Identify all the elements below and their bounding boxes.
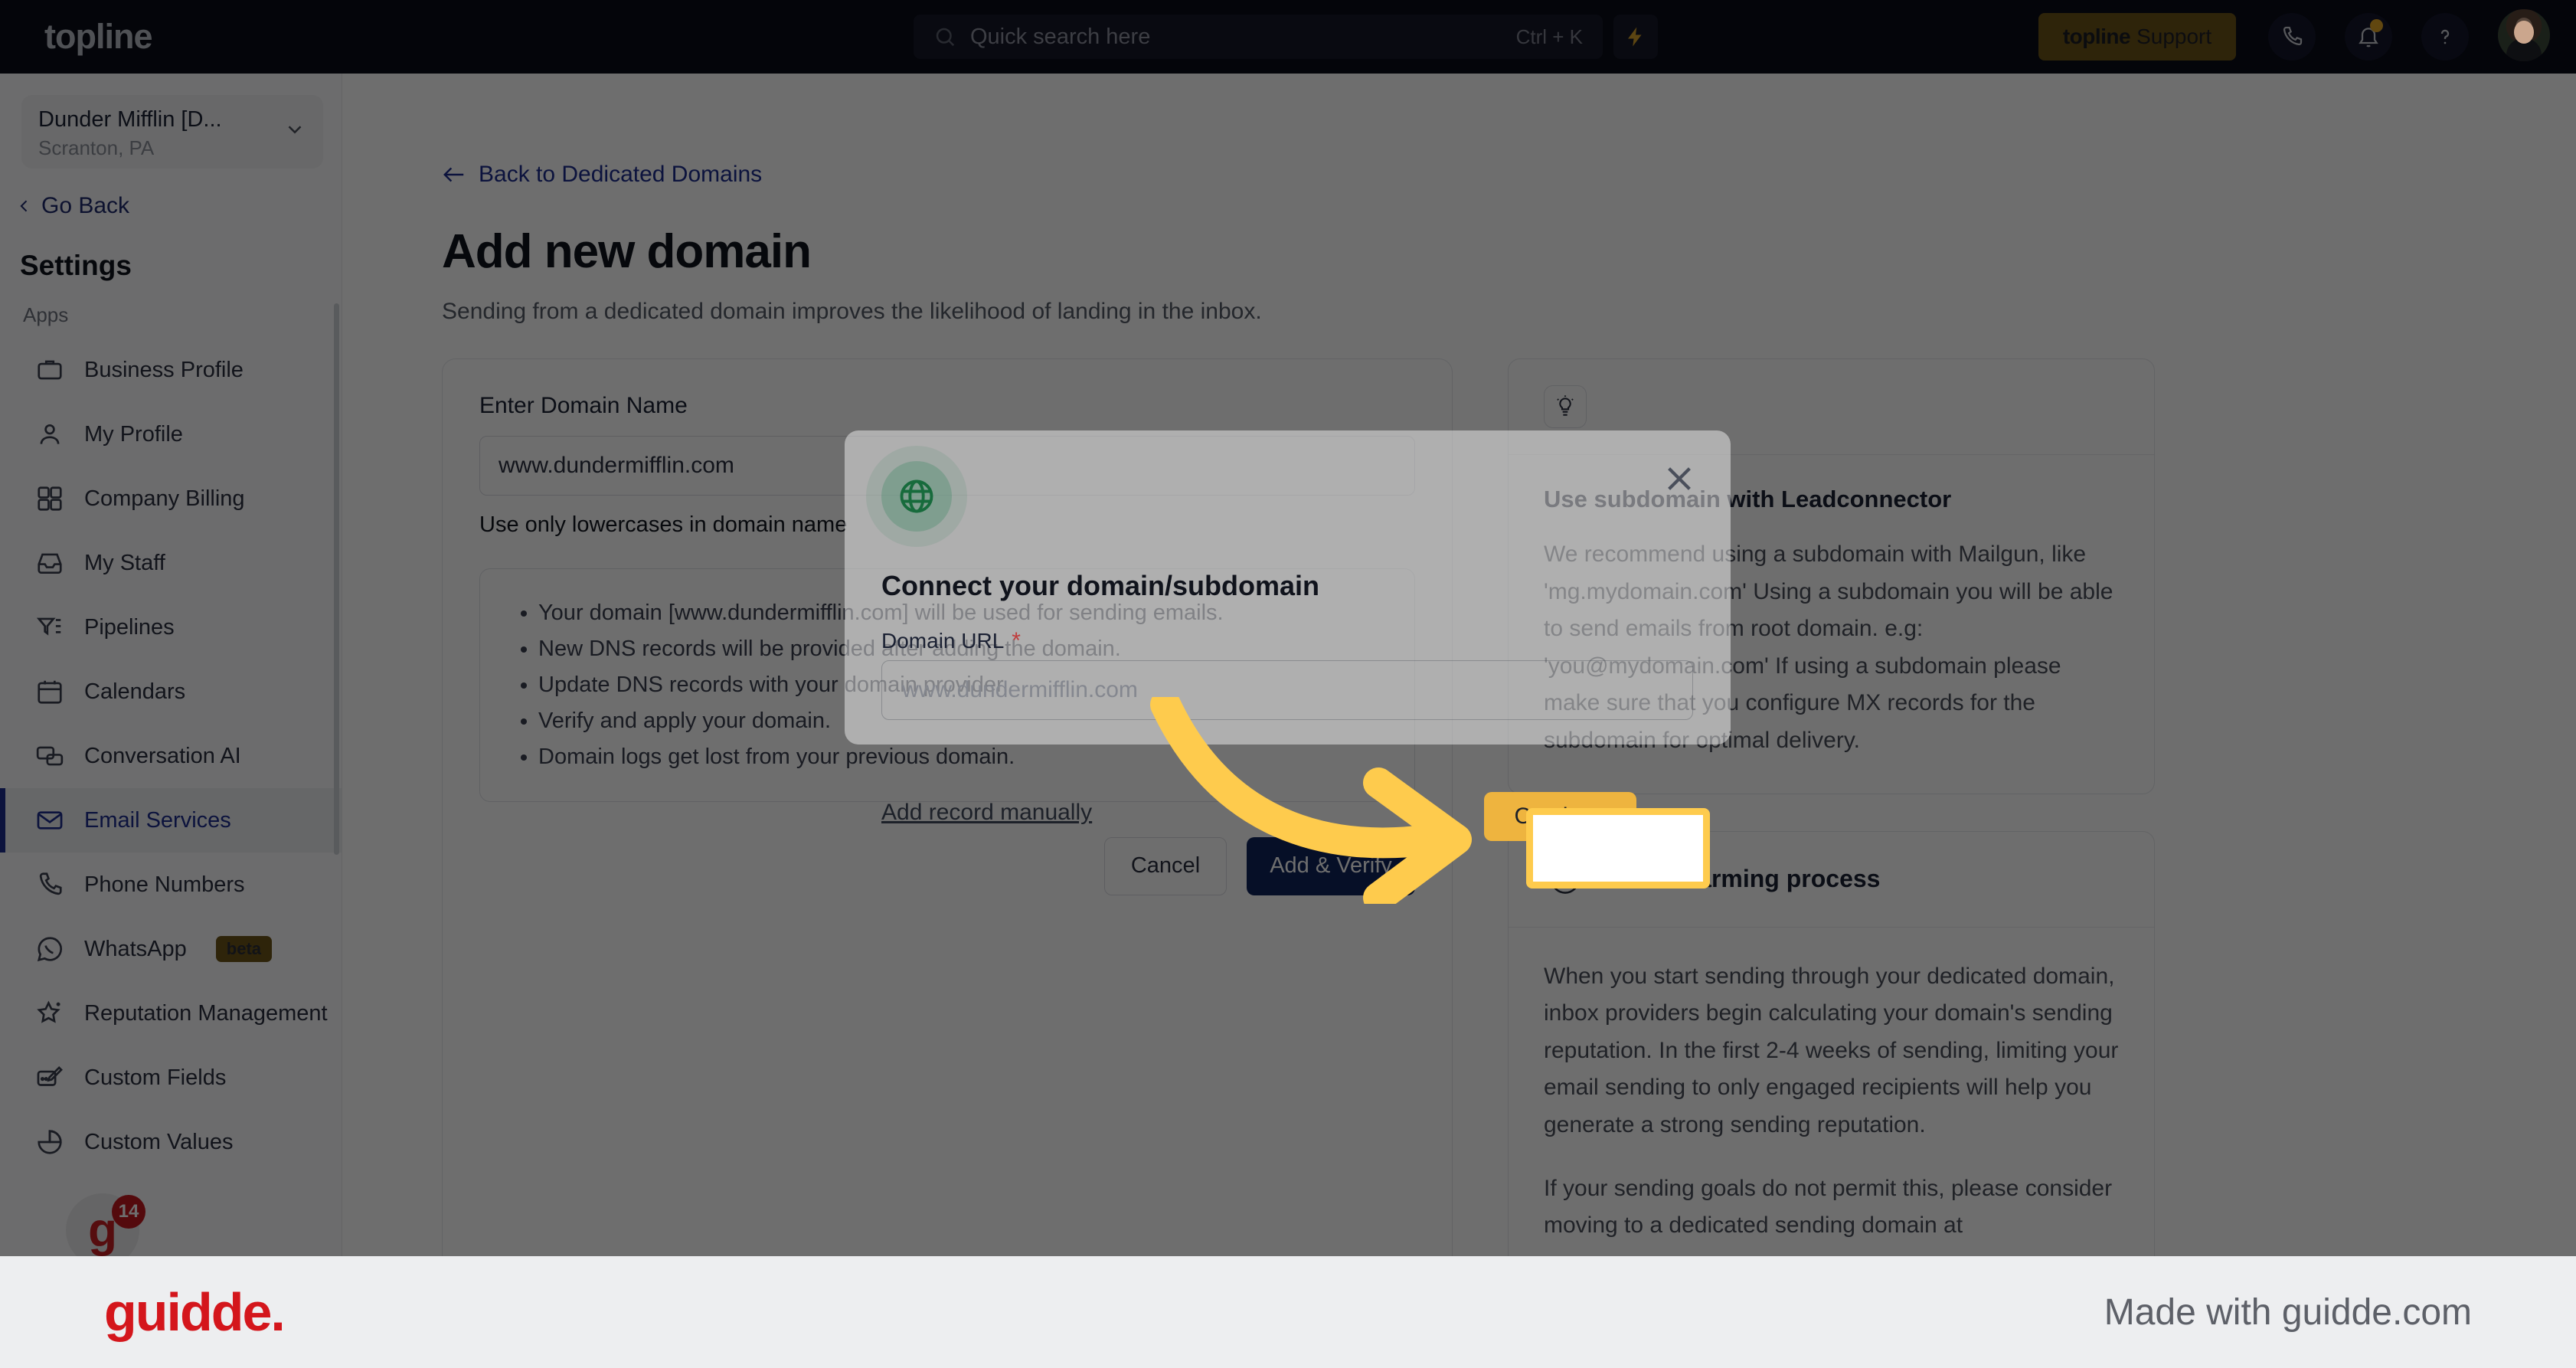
screenshot-root: topline Quick search here Ctrl + K topli…: [0, 0, 2576, 1368]
add-record-manually-link[interactable]: Add record manually: [881, 800, 1092, 826]
domain-url-label: Domain URL: [881, 629, 1005, 653]
globe-icon: [900, 479, 933, 513]
globe-icon-badge: [866, 446, 967, 547]
required-marker: *: [1012, 628, 1021, 653]
modal-title: Connect your domain/subdomain: [881, 570, 1320, 601]
modal-field-label: Domain URL *: [881, 628, 1021, 654]
guidde-footer: guidde. Made with guidde.com: [0, 1256, 2576, 1368]
made-with-guidde-label: Made with guidde.com: [2104, 1291, 2472, 1333]
guide-arrow-icon: [1150, 697, 1472, 904]
continue-button-highlight: [1526, 808, 1710, 889]
close-icon[interactable]: [1662, 461, 1697, 496]
guidde-logo: guidde.: [104, 1282, 286, 1342]
